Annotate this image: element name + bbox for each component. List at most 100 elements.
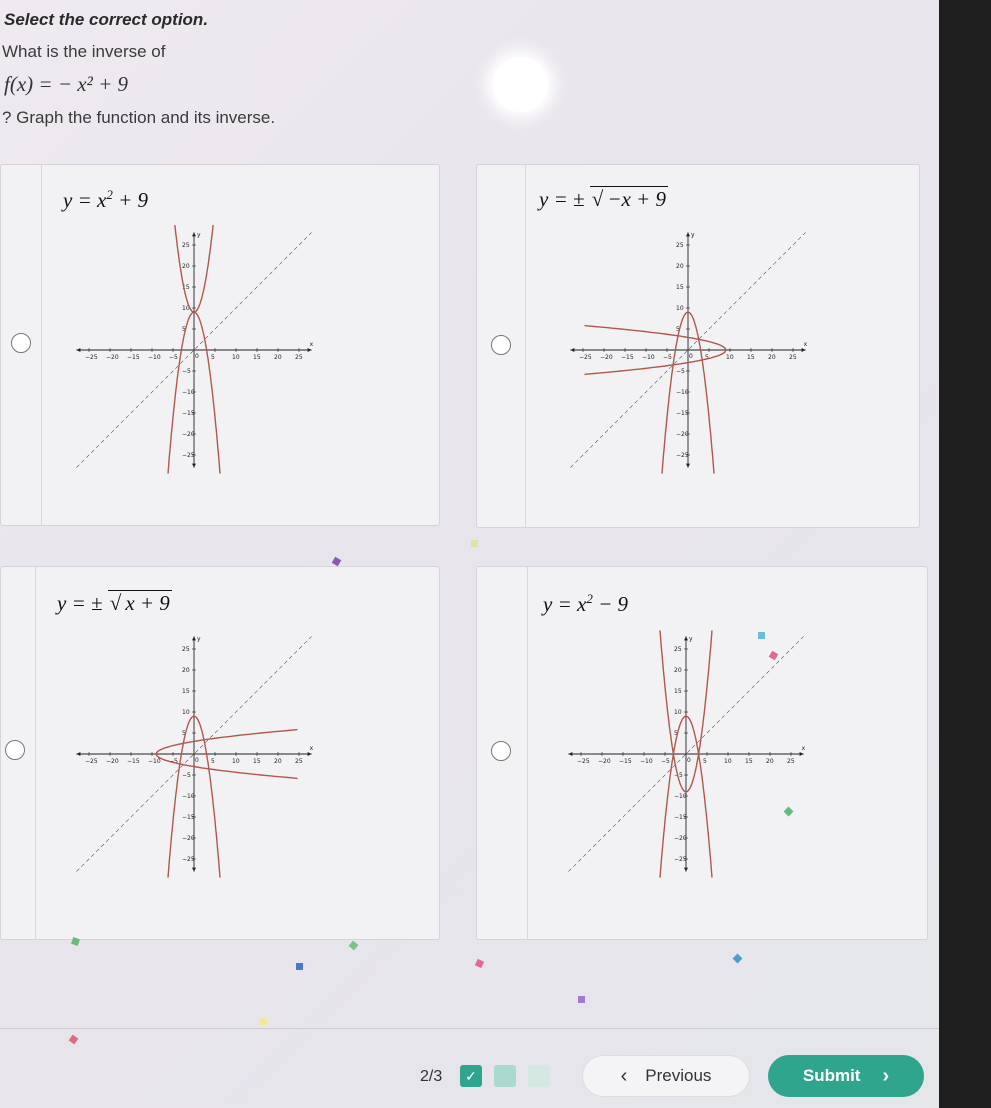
y-axis-arrow-up: [192, 232, 196, 237]
previous-button[interactable]: ‹ Previous: [582, 1055, 750, 1097]
x-tick-label: 10: [724, 758, 732, 765]
x-tick-label: 20: [766, 758, 774, 765]
y-tick-label: 10: [674, 709, 682, 716]
option-divider: [527, 567, 528, 939]
y-tick-label: −15: [676, 410, 689, 417]
screen-edge: [939, 0, 991, 1108]
option-divider: [41, 165, 42, 525]
x-axis-arrow-left: [76, 348, 81, 352]
x-tick-label: 15: [745, 758, 753, 765]
inverse-curve-upper: [155, 728, 298, 754]
option-a-label: y = x2 + 9: [63, 187, 148, 212]
x-tick-label: −25: [577, 758, 590, 765]
x-tick-label: 10: [726, 354, 734, 361]
confetti-piece: [758, 632, 765, 639]
y-tick-label: −5: [182, 368, 191, 375]
option-d-label: y = x2 − 9: [543, 591, 628, 616]
step-2: [494, 1065, 516, 1087]
option-d-radio[interactable]: [491, 741, 511, 761]
x-axis-arrow-left: [76, 752, 81, 756]
chevron-right-icon: ›: [882, 1064, 890, 1087]
confetti-piece: [474, 958, 485, 969]
question-prompt: Select the correct option.: [4, 10, 209, 29]
y-axis-arrow-down: [192, 463, 196, 468]
y-tick-label: 15: [182, 688, 190, 695]
x-tick-label: 15: [747, 354, 755, 361]
submit-label: Submit: [802, 1066, 861, 1085]
x-tick-label: 10: [232, 354, 240, 361]
previous-label: Previous: [645, 1066, 712, 1085]
confetti-piece: [471, 540, 478, 547]
chevron-left-icon: ‹: [620, 1064, 628, 1087]
y-tick-label: 20: [182, 667, 190, 674]
x-tick-label: 25: [789, 354, 797, 361]
option-b-radio[interactable]: [491, 335, 511, 355]
confetti-piece: [296, 963, 303, 970]
x-tick-label: 5: [211, 758, 215, 765]
option-a[interactable]: y = x2 + 9 x y −25 −25 −20 −20 −15 −15 −10 −10 −5−…: [0, 164, 440, 526]
y-axis-arrow-down: [192, 867, 196, 872]
y-tick-label: −20: [674, 835, 687, 842]
x-tick-label: 5: [705, 354, 709, 361]
option-a-radio[interactable]: [11, 333, 31, 353]
option-divider: [525, 165, 526, 527]
y-tick-label: 10: [676, 305, 684, 312]
confetti-piece: [578, 996, 585, 1003]
x-axis-arrow-right: [801, 348, 806, 352]
x-tick-label: −15: [127, 354, 140, 361]
x-tick-label: −20: [106, 758, 119, 765]
y-tick-label: 15: [674, 688, 682, 695]
x-tick-label: −15: [621, 354, 634, 361]
y-tick-label: −25: [182, 452, 195, 459]
x-tick-label: 5: [211, 354, 215, 361]
y-tick-label: −15: [182, 410, 195, 417]
y-tick-label: −25: [182, 856, 195, 863]
x-tick-label: 25: [295, 758, 303, 765]
option-c-radio[interactable]: [5, 740, 25, 760]
x-tick-label: 20: [274, 758, 282, 765]
y-axis-label: y: [197, 635, 201, 642]
x-tick-label: −20: [600, 354, 613, 361]
tick-label: 0: [687, 757, 691, 764]
tick-label: 0: [195, 757, 199, 764]
x-tick-label: 20: [768, 354, 776, 361]
y-tick-label: −5: [676, 368, 685, 375]
x-axis-label: x: [310, 341, 314, 348]
x-tick-label: 25: [787, 758, 795, 765]
x-tick-label: 10: [232, 758, 240, 765]
y-axis-label: y: [197, 231, 201, 238]
y-tick-label: 20: [674, 667, 682, 674]
y-axis-label: y: [689, 635, 693, 642]
option-b[interactable]: y = ± √ −x + 9 x y −25 −25 −20 −20 −15 −15 −10 −10…: [476, 164, 920, 528]
x-tick-label: −10: [642, 354, 655, 361]
x-axis-label: x: [310, 745, 314, 752]
option-c[interactable]: y = ± √ x + 9 x y −25 −25 −20 −20 −15 −15 −10 −10 −…: [0, 566, 440, 940]
footer-divider: [0, 1028, 939, 1029]
screen-glare: [493, 57, 548, 112]
option-divider: [35, 567, 36, 939]
option-d[interactable]: y = x2 − 9 x y −25 −25 −20 −20 −15 −15 −10 −10 −5−…: [476, 566, 928, 940]
question-text: What is the inverse of: [2, 42, 166, 61]
inverse-curve-upper: [584, 324, 727, 350]
y-axis-arrow-up: [192, 636, 196, 641]
x-tick-label: −15: [619, 758, 632, 765]
y-tick-label: −20: [182, 835, 195, 842]
y-tick-label: −10: [182, 389, 195, 396]
y-tick-label: −15: [674, 814, 687, 821]
x-tick-label: −5: [661, 758, 670, 765]
submit-button[interactable]: Submit ›: [768, 1055, 924, 1097]
y-tick-label: −25: [674, 856, 687, 863]
y-axis-arrow-up: [684, 636, 688, 641]
x-tick-label: 15: [253, 758, 261, 765]
y-axis-arrow-down: [684, 867, 688, 872]
y-tick-label: 25: [674, 646, 682, 653]
y-tick-label: 20: [676, 263, 684, 270]
x-tick-label: −20: [106, 354, 119, 361]
step-3: [528, 1065, 550, 1087]
y-tick-label: −10: [674, 793, 687, 800]
confetti-piece: [331, 556, 342, 567]
x-axis-arrow-left: [570, 348, 575, 352]
step-1-check-icon: ✓: [460, 1065, 482, 1087]
question-function: f(x) = − x² + 9: [4, 72, 129, 96]
x-tick-label: 25: [295, 354, 303, 361]
